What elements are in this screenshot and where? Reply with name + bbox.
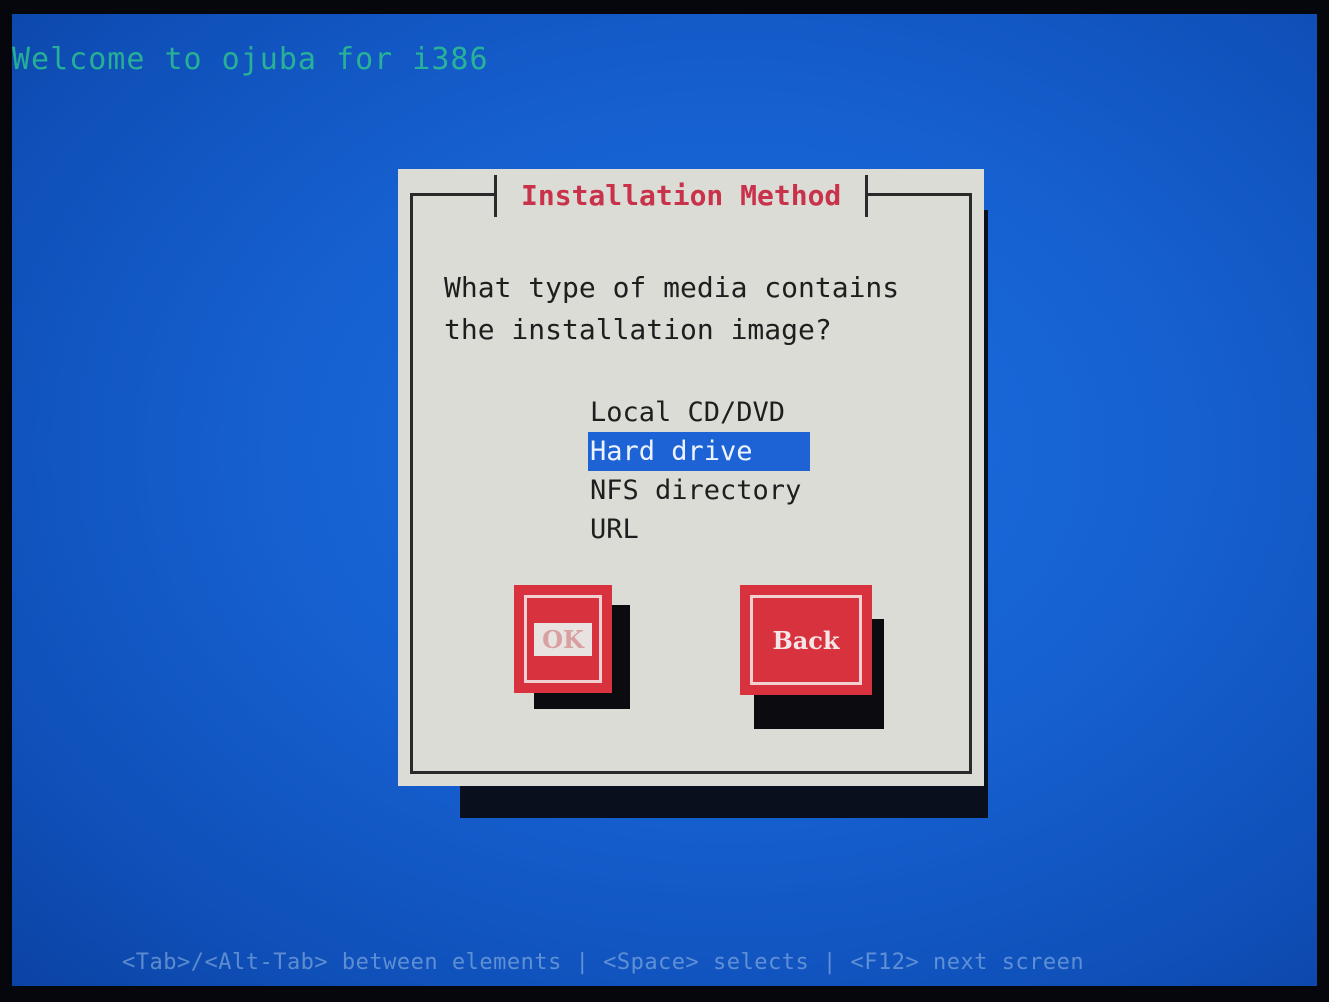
dialog-title: Installation Method <box>494 175 869 217</box>
option-nfs-directory[interactable]: NFS directory <box>588 471 810 510</box>
option-local-cd-dvd[interactable]: Local CD/DVD <box>588 393 810 432</box>
monitor: Welcome to ojuba for i386 Installation M… <box>0 0 1329 1002</box>
installation-method-dialog: Installation Method What type of media c… <box>398 169 984 786</box>
option-url[interactable]: URL <box>588 510 810 549</box>
ok-button[interactable]: OK <box>514 585 612 693</box>
installer-screen: Welcome to ojuba for i386 Installation M… <box>12 14 1317 986</box>
back-button-frame: Back <box>750 595 862 685</box>
media-type-listbox[interactable]: Local CD/DVD Hard drive NFS directory UR… <box>588 393 810 549</box>
ok-button-label: OK <box>534 622 592 656</box>
welcome-banner: Welcome to ojuba for i386 <box>12 42 489 77</box>
dialog-prompt: What type of media contains the installa… <box>444 271 900 346</box>
status-bar-help: <Tab>/<Alt-Tab> between elements | <Spac… <box>122 950 1085 975</box>
back-button[interactable]: Back <box>740 585 872 695</box>
option-hard-drive[interactable]: Hard drive <box>588 432 810 471</box>
ok-button-frame: OK <box>524 595 602 683</box>
back-button-label: Back <box>772 625 840 655</box>
